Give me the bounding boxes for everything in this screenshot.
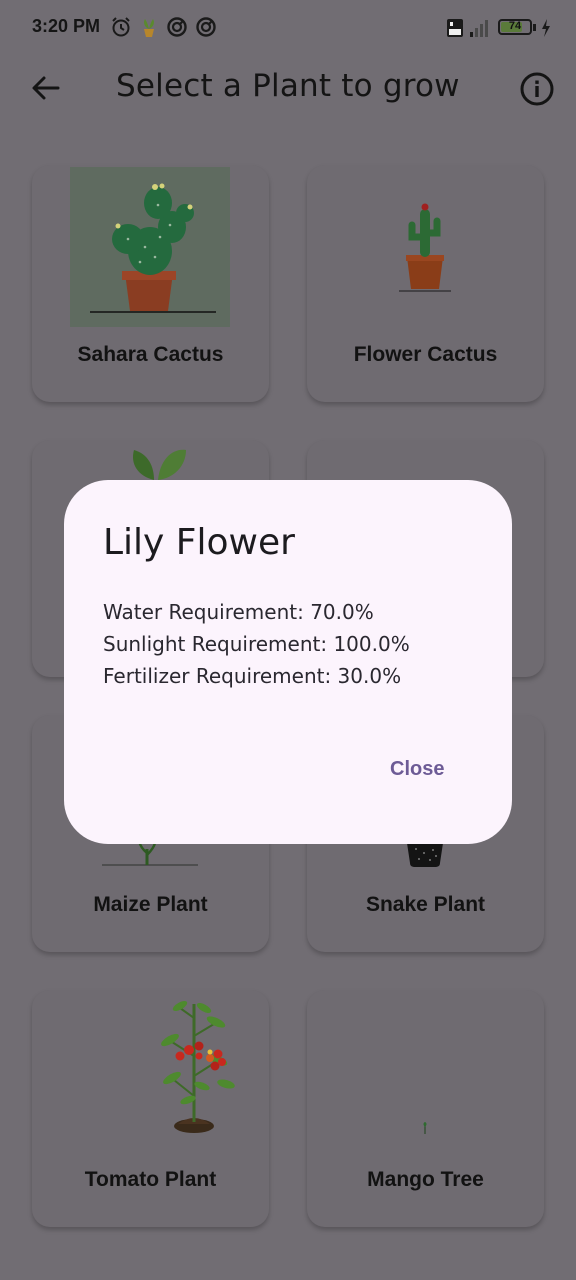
fertilizer-requirement: Fertilizer Requirement: 30.0% (103, 664, 402, 688)
plant-info-dialog: Lily Flower Water Requirement: 70.0% Sun… (64, 480, 512, 844)
sunlight-requirement: Sunlight Requirement: 100.0% (103, 632, 410, 656)
water-requirement: Water Requirement: 70.0% (103, 600, 374, 624)
dialog-title: Lily Flower (103, 522, 295, 563)
close-button[interactable]: Close (382, 754, 452, 785)
